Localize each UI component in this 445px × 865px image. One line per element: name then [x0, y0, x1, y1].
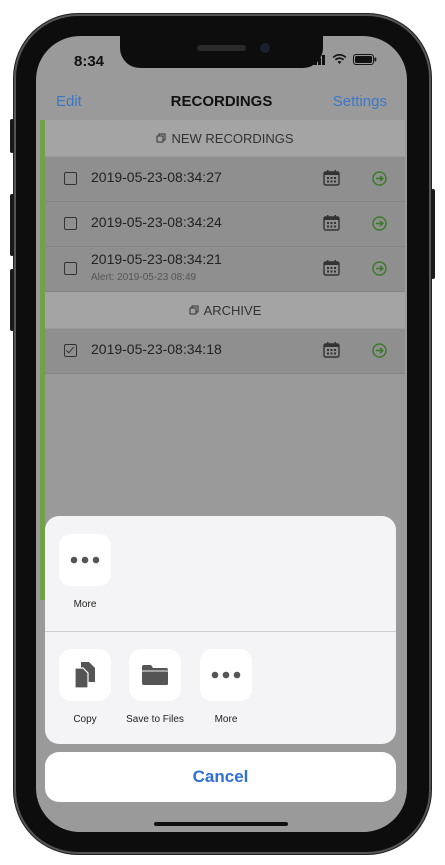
stack-icon — [189, 305, 199, 315]
share-more-label: More — [214, 714, 238, 725]
settings-button[interactable]: Settings — [333, 93, 387, 110]
share-more-button[interactable] — [200, 649, 252, 701]
recording-row[interactable]: 2019-05-23-08:34:24 — [45, 202, 405, 247]
row-checkbox[interactable] — [64, 262, 77, 275]
volume-up-button — [10, 194, 14, 256]
row-checkbox[interactable] — [64, 172, 77, 185]
section-header-archive: ARCHIVE — [45, 292, 405, 328]
row-checkbox-checked[interactable] — [64, 344, 77, 357]
status-time: 8:34 — [74, 53, 105, 70]
more-icon — [70, 556, 100, 564]
section-label: ARCHIVE — [203, 302, 262, 318]
more-icon — [211, 671, 241, 679]
arrow-right-circle-icon[interactable] — [372, 261, 387, 276]
recording-name: 2019-05-23-08:34:21 — [91, 251, 222, 267]
share-sheet: More Copy Save to Files More — [45, 516, 396, 744]
power-button — [431, 189, 435, 279]
cancel-button[interactable]: Cancel — [45, 752, 396, 802]
arrow-right-circle-icon[interactable] — [372, 216, 387, 231]
speaker — [197, 45, 246, 51]
calendar-icon[interactable] — [323, 215, 340, 231]
share-more-top-button[interactable] — [59, 534, 111, 586]
front-camera — [260, 43, 270, 53]
row-checkbox[interactable] — [64, 217, 77, 230]
recording-name: 2019-05-23-08:34:27 — [91, 169, 222, 185]
stack-icon — [156, 133, 166, 143]
arrow-right-circle-icon[interactable] — [372, 171, 387, 186]
home-indicator — [154, 822, 288, 826]
arrow-right-circle-icon[interactable] — [372, 343, 387, 358]
calendar-icon[interactable] — [323, 342, 340, 358]
mute-switch — [10, 119, 14, 153]
copy-button[interactable] — [59, 649, 111, 701]
sheet-divider — [45, 631, 396, 632]
share-more-top-label: More — [73, 599, 97, 610]
recording-row[interactable]: 2019-05-23-08:34:21 Alert: 2019-05-23 08… — [45, 247, 405, 292]
section-header-new: NEW RECORDINGS — [45, 120, 405, 156]
recording-row[interactable]: 2019-05-23-08:34:27 — [45, 157, 405, 202]
nav-bar: Edit RECORDINGS Settings — [36, 86, 407, 120]
volume-down-button — [10, 269, 14, 331]
calendar-icon[interactable] — [323, 260, 340, 276]
section-label: NEW RECORDINGS — [171, 130, 294, 146]
recording-name: 2019-05-23-08:34:24 — [91, 214, 222, 230]
screen: 8:34 Edit RECORDINGS Settings NEW RECORD… — [36, 36, 407, 832]
folder-icon — [142, 665, 168, 685]
archive-row[interactable]: 2019-05-23-08:34:18 — [45, 329, 405, 374]
battery-icon — [353, 54, 377, 65]
save-to-files-button[interactable] — [129, 649, 181, 701]
calendar-icon[interactable] — [323, 170, 340, 186]
recording-alert: Alert: 2019-05-23 08:49 — [91, 272, 197, 283]
recording-name: 2019-05-23-08:34:18 — [91, 341, 222, 357]
copy-icon — [74, 662, 95, 689]
wifi-icon — [332, 54, 347, 64]
notch — [120, 36, 323, 68]
